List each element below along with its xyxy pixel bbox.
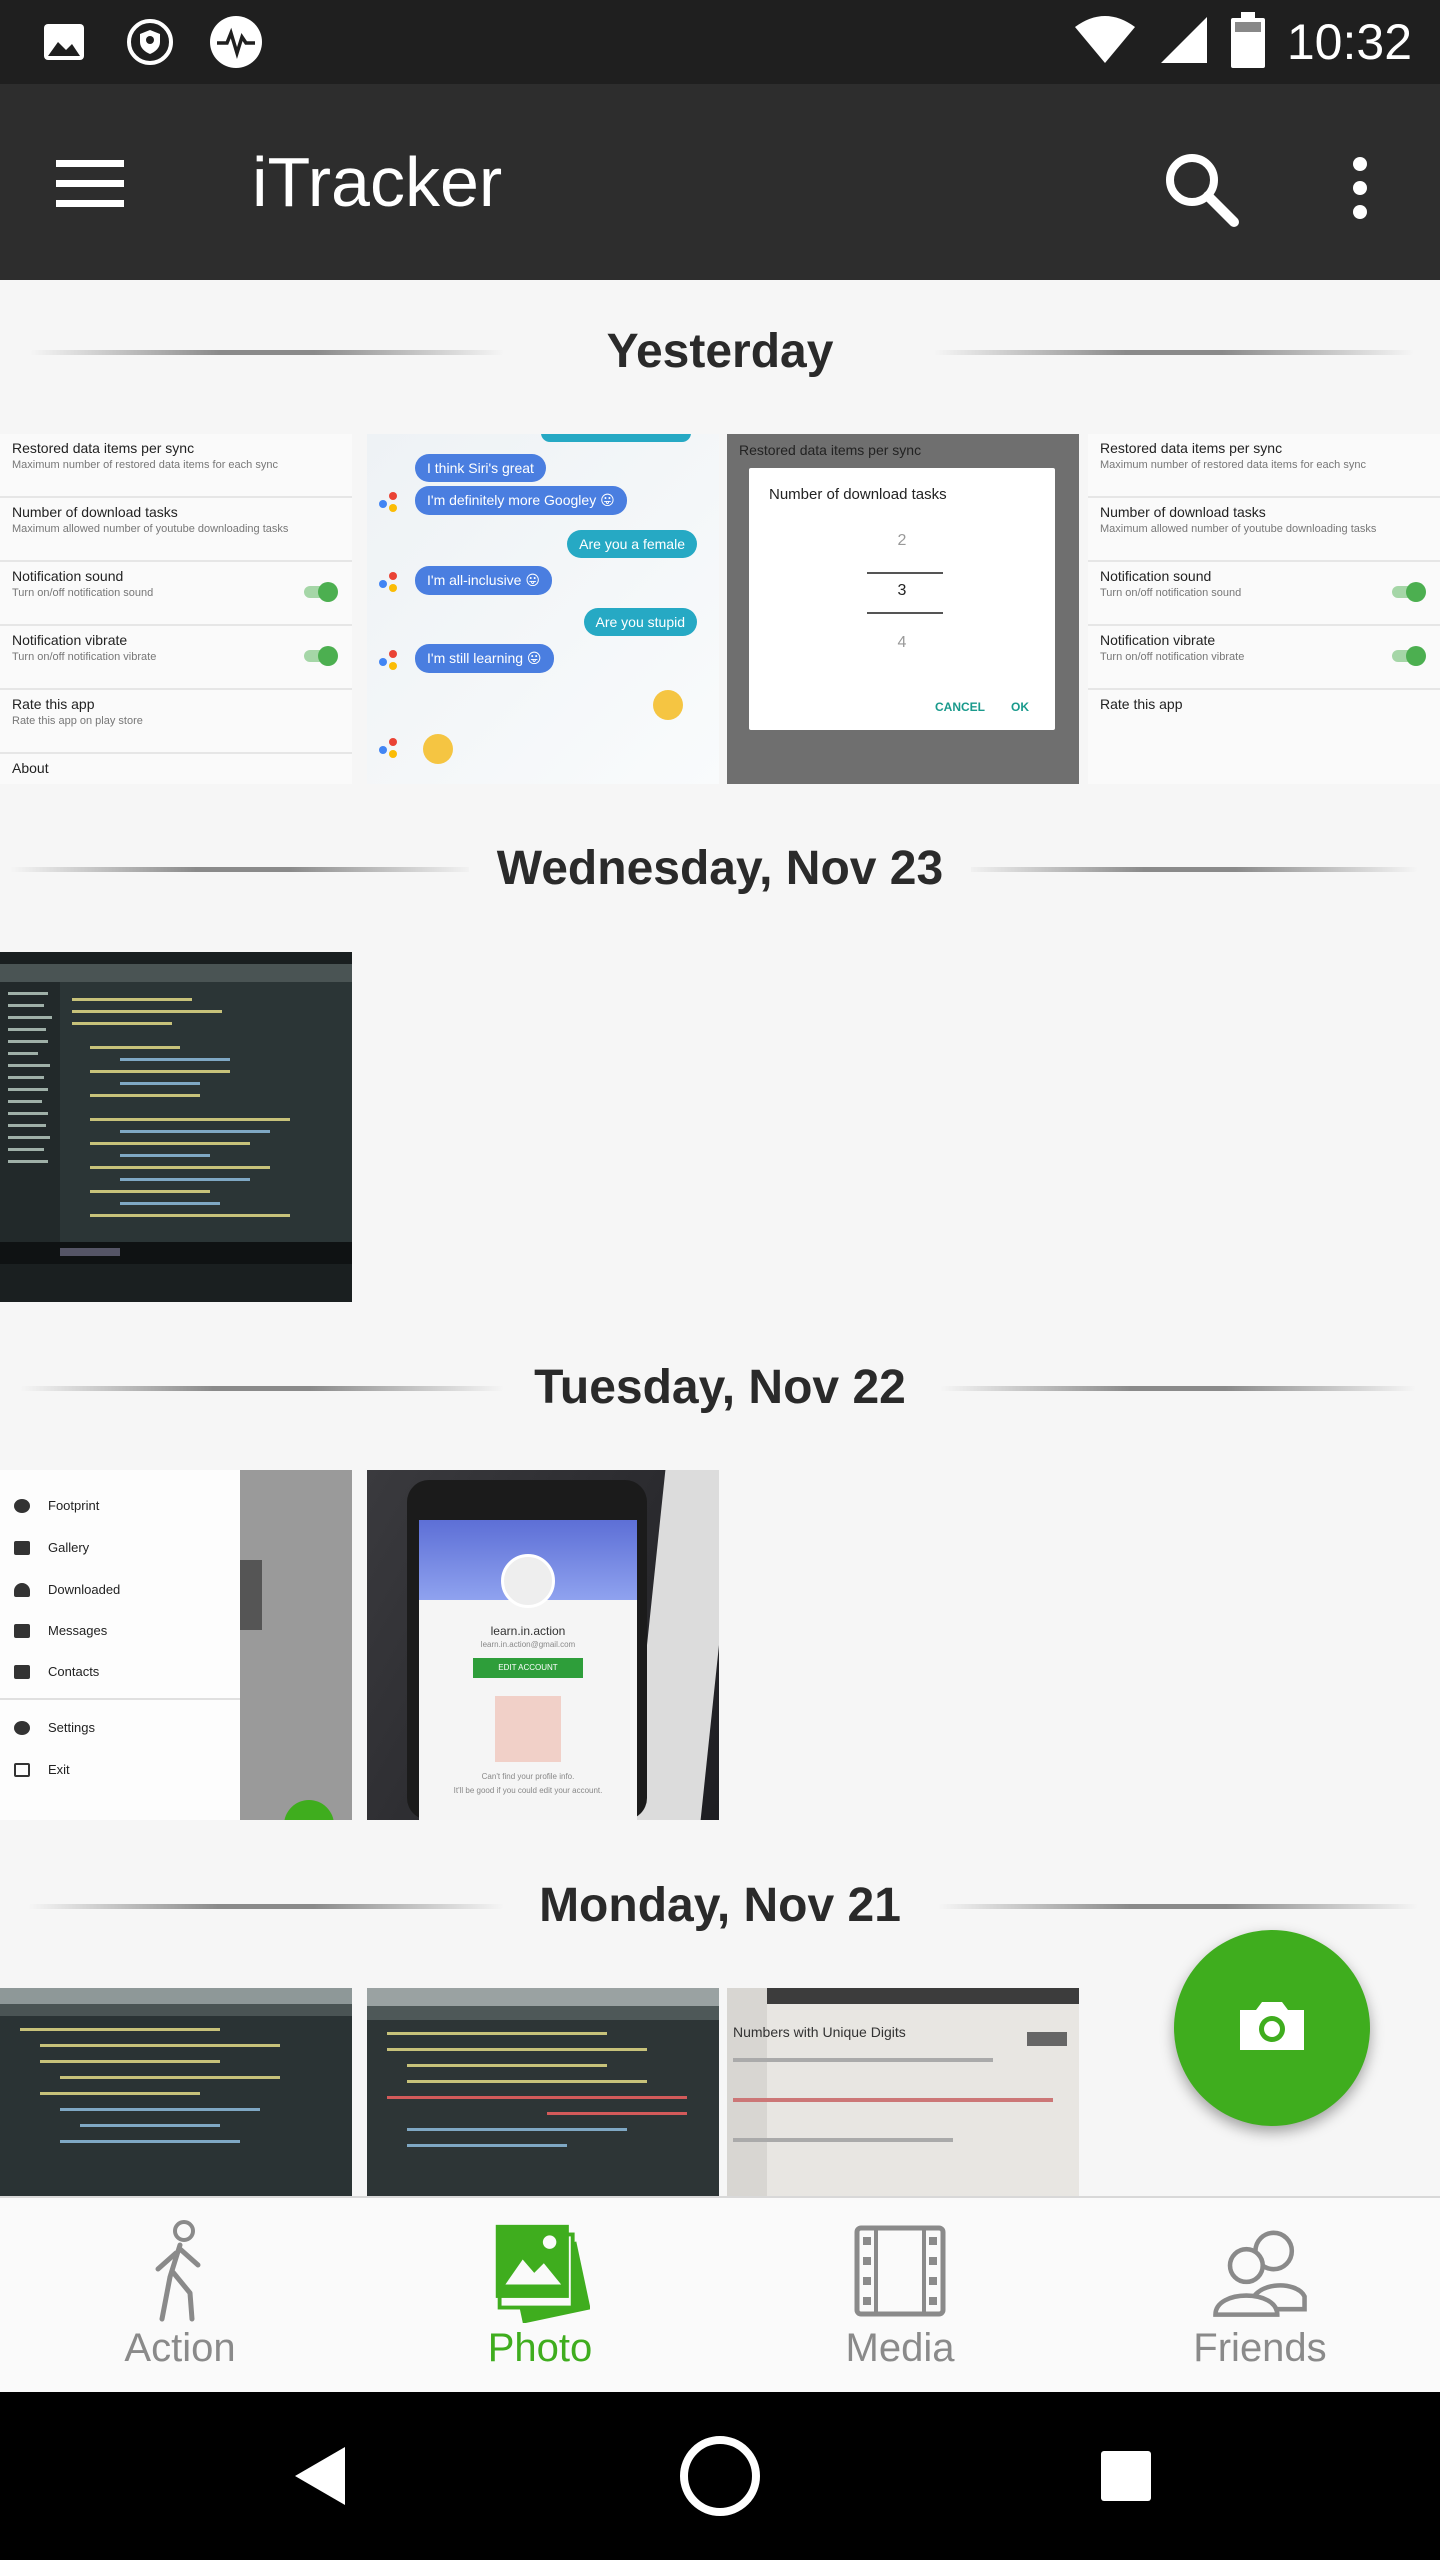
app-title: iTracker	[252, 143, 503, 221]
camera-fab-button[interactable]	[1174, 1930, 1370, 2126]
nav-friends-label: Friends	[1193, 2326, 1327, 2370]
activity-icon	[208, 14, 264, 70]
date-header: Tuesday, Nov 22	[0, 1342, 1440, 1432]
date-label: Wednesday, Nov 23	[468, 840, 972, 896]
photo-thumbnail[interactable]: Numbers with Unique Digits	[727, 1988, 1079, 2196]
battery-icon	[1230, 11, 1265, 73]
camera-icon	[1236, 1998, 1308, 2059]
bottom-navigation: Action Photo Media Friends	[0, 2196, 1440, 2392]
status-bar-system: 10:32	[1073, 0, 1412, 84]
walking-person-icon	[130, 2216, 230, 2326]
nav-action[interactable]: Action	[0, 2198, 360, 2394]
more-vert-icon[interactable]	[1315, 138, 1405, 238]
photo-timeline[interactable]: Yesterday Restored data items per sync Ma…	[0, 280, 1440, 2196]
photos-icon	[490, 2216, 590, 2326]
nav-friends[interactable]: Friends	[1080, 2198, 1440, 2394]
nav-media[interactable]: Media	[720, 2198, 1080, 2394]
date-label: Yesterday	[578, 323, 862, 379]
photo-thumbnail[interactable]: Restored data items per sync Number of d…	[727, 434, 1079, 784]
location-shield-icon	[122, 14, 178, 70]
wifi-icon	[1073, 15, 1137, 70]
signal-icon	[1159, 15, 1209, 70]
photo-thumbnail[interactable]: I think Siri's great I'm definitely more…	[367, 434, 719, 784]
nav-photo[interactable]: Photo	[360, 2198, 720, 2394]
date-label: Tuesday, Nov 22	[506, 1359, 934, 1415]
photo-thumbnail[interactable]	[0, 1988, 352, 2196]
date-header: Monday, Nov 21	[0, 1860, 1440, 1950]
people-icon	[1210, 2216, 1310, 2326]
date-label: Monday, Nov 21	[511, 1877, 929, 1933]
recents-icon[interactable]	[1076, 2426, 1176, 2526]
photo-thumbnail[interactable]	[367, 1988, 719, 2196]
photo-thumbnail[interactable]: Restored data items per sync Maximum numb…	[0, 434, 352, 784]
nav-action-label: Action	[124, 2326, 236, 2370]
photo-thumbnail[interactable]: learn.in.action learn.in.action@gmail.co…	[367, 1470, 719, 1820]
system-navigation-bar	[0, 2392, 1440, 2560]
status-time: 10:32	[1286, 14, 1412, 70]
photo-thumbnail[interactable]: Restored data items per sync Maximum numb…	[1088, 434, 1440, 784]
status-bar-notifications	[36, 14, 264, 70]
app-bar: iTracker	[0, 84, 1440, 280]
photo-thumbnail[interactable]: Footprint Gallery Downloaded Messages Co…	[0, 1470, 352, 1820]
date-header: Wednesday, Nov 23	[0, 823, 1440, 913]
hamburger-menu-icon[interactable]	[50, 144, 130, 224]
search-icon[interactable]	[1150, 138, 1250, 238]
nav-media-label: Media	[845, 2326, 955, 2370]
home-icon[interactable]	[670, 2426, 770, 2526]
status-bar: 10:32	[0, 0, 1440, 84]
date-header: Yesterday	[0, 306, 1440, 396]
photo-thumbnail[interactable]	[0, 952, 352, 1302]
film-strip-icon	[850, 2216, 950, 2326]
image-icon	[36, 14, 92, 70]
back-icon[interactable]	[270, 2426, 370, 2526]
nav-photo-label: Photo	[487, 2326, 593, 2370]
